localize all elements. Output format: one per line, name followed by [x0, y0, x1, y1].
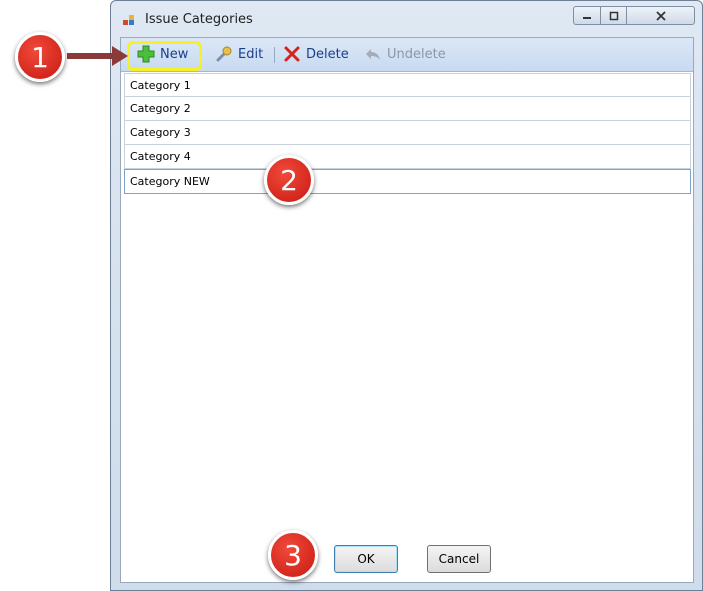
- list-item[interactable]: Category 4: [124, 145, 691, 169]
- toolbar-separator: [274, 47, 275, 63]
- new-button-label: New: [160, 46, 189, 62]
- minimize-icon: [583, 16, 591, 19]
- maximize-icon: [609, 11, 618, 20]
- step-3-badge: 3: [268, 530, 318, 580]
- issue-categories-window: Issue Categories New Edit Delete Undelet…: [110, 0, 703, 591]
- callout-arrow-line: [67, 53, 115, 59]
- title-bar: Issue Categories: [111, 1, 702, 35]
- cancel-button[interactable]: Cancel: [427, 545, 491, 573]
- window-title: Issue Categories: [145, 12, 253, 27]
- step-2-badge: 2: [264, 155, 314, 205]
- close-icon: [655, 10, 666, 21]
- callout-arrow-head: [112, 46, 128, 66]
- undelete-button-label: Undelete: [387, 46, 446, 62]
- delete-button[interactable]: Delete: [283, 43, 349, 65]
- maximize-button[interactable]: [600, 6, 627, 25]
- edit-button[interactable]: Edit: [215, 43, 263, 65]
- app-icon: [123, 15, 134, 25]
- undo-arrow-icon: [366, 49, 380, 60]
- dialog-client-area: New Edit Delete Undelete Category 1 Cate…: [120, 37, 694, 583]
- delete-x-icon: [284, 46, 300, 62]
- wrench-icon: [216, 46, 232, 62]
- edit-button-label: Edit: [238, 46, 264, 62]
- step-1-badge: 1: [15, 32, 65, 82]
- close-button[interactable]: [626, 6, 695, 25]
- delete-button-label: Delete: [306, 46, 349, 62]
- plus-icon: [137, 45, 155, 63]
- new-button[interactable]: New: [137, 43, 188, 65]
- category-list: Category 1 Category 2 Category 3 Categor…: [124, 73, 691, 194]
- undelete-button[interactable]: Undelete: [364, 43, 446, 65]
- list-item[interactable]: Category 2: [124, 97, 691, 121]
- list-item-new[interactable]: Category NEW: [124, 169, 691, 194]
- toolbar: New Edit Delete Undelete: [121, 38, 693, 72]
- ok-button[interactable]: OK: [334, 545, 398, 573]
- list-item[interactable]: Category 3: [124, 121, 691, 145]
- minimize-button[interactable]: [573, 6, 601, 25]
- list-item[interactable]: Category 1: [124, 73, 691, 97]
